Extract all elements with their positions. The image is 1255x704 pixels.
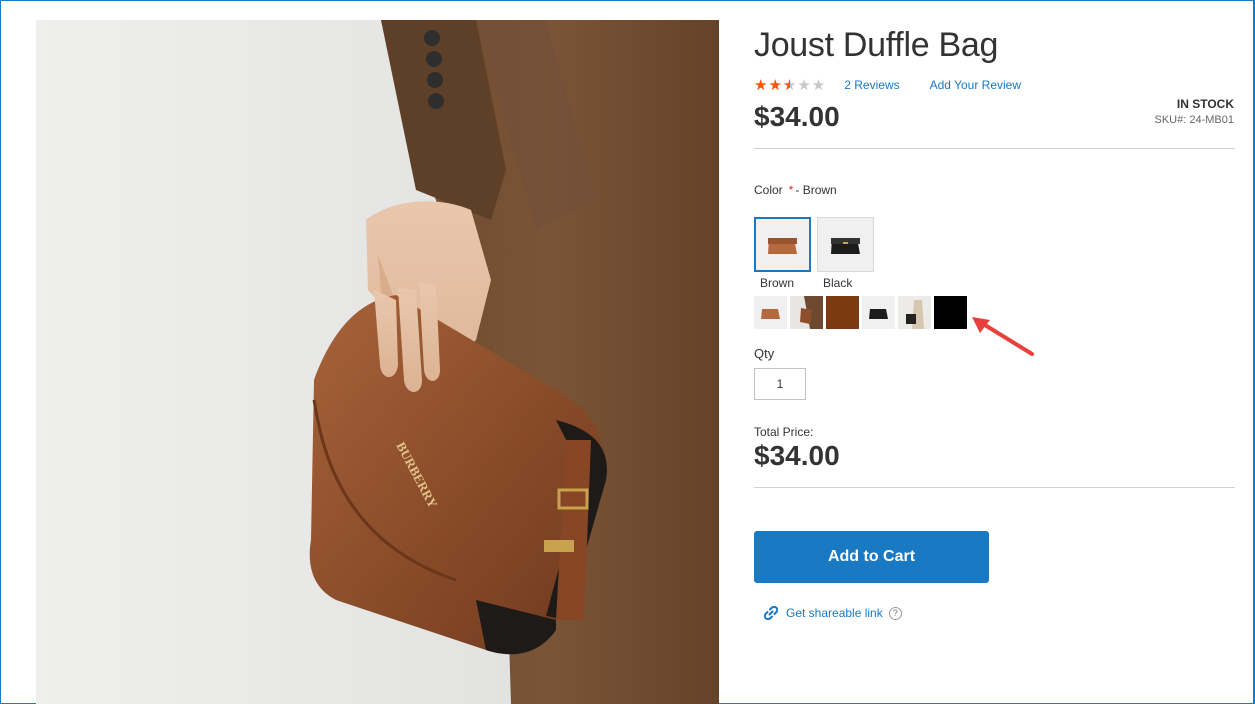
rating-row: ★★★★★★★★★★ 2 Reviews Add Your Review xyxy=(754,74,1235,96)
share-link[interactable]: Get shareable link xyxy=(786,606,883,620)
black-bag-icon xyxy=(830,237,860,254)
color-swatches xyxy=(754,217,1235,272)
product-price: $34.00 xyxy=(754,101,840,132)
brown-bag-icon xyxy=(767,237,797,254)
help-icon[interactable]: ? xyxy=(888,606,902,620)
qty-input[interactable] xyxy=(754,368,806,400)
thumb-brown-bag[interactable] xyxy=(754,296,787,329)
rating-stars-fill: ★★★★★ xyxy=(754,77,790,93)
swatch-labels: Brown Black xyxy=(754,276,1235,290)
price-row: $34.00 IN STOCK SKU#: 24-MB01 xyxy=(754,97,1235,149)
gallery-thumbnails xyxy=(754,296,1235,356)
required-mark: * xyxy=(788,183,794,197)
add-review-link[interactable]: Add Your Review xyxy=(930,78,1021,92)
swatch-label-black: Black xyxy=(823,276,853,290)
thumb-black-fill[interactable] xyxy=(934,296,967,329)
brown-model-thumb-icon xyxy=(790,296,823,329)
thumb-black-model[interactable] xyxy=(898,296,931,329)
product-photo: BURBERRY xyxy=(36,20,719,704)
swatch-black[interactable] xyxy=(817,217,874,272)
sku-label: SKU#: xyxy=(1154,114,1187,126)
total-price: $34.00 xyxy=(754,440,1235,488)
thumb-black-bag[interactable] xyxy=(862,296,895,329)
thumb-brown-model[interactable] xyxy=(790,296,823,329)
stock-status: IN STOCK xyxy=(1176,97,1234,111)
reviews-link[interactable]: 2 Reviews xyxy=(844,78,899,92)
add-to-cart-button[interactable]: Add to Cart xyxy=(754,531,989,583)
sku: SKU#: 24-MB01 xyxy=(1155,114,1235,126)
color-label-text: Color xyxy=(754,183,783,197)
brown-bag-thumb-icon xyxy=(754,296,787,329)
selected-color: - Brown xyxy=(795,183,837,197)
total-price-label: Total Price: xyxy=(754,425,814,439)
black-bag-thumb-icon xyxy=(862,296,895,329)
swatch-brown[interactable] xyxy=(754,217,811,272)
thumb-brown-fill[interactable] xyxy=(826,296,859,329)
link-icon xyxy=(764,606,778,620)
product-title: Joust Duffle Bag xyxy=(754,26,999,64)
swatch-label-brown: Brown xyxy=(760,276,795,290)
rating-stars: ★★★★★★★★★★ xyxy=(754,76,827,94)
share-row: Get shareable link ? xyxy=(754,606,1235,620)
product-main-image[interactable]: BURBERRY xyxy=(36,20,719,704)
color-option-label: Color * - Brown xyxy=(754,183,1235,197)
annotation-arrow-icon xyxy=(972,317,1034,356)
sku-value: 24-MB01 xyxy=(1189,114,1234,126)
product-info: Joust Duffle Bag ★★★★★★★★★★ 2 Reviews Ad… xyxy=(754,20,1235,620)
black-model-thumb-icon xyxy=(898,296,931,329)
